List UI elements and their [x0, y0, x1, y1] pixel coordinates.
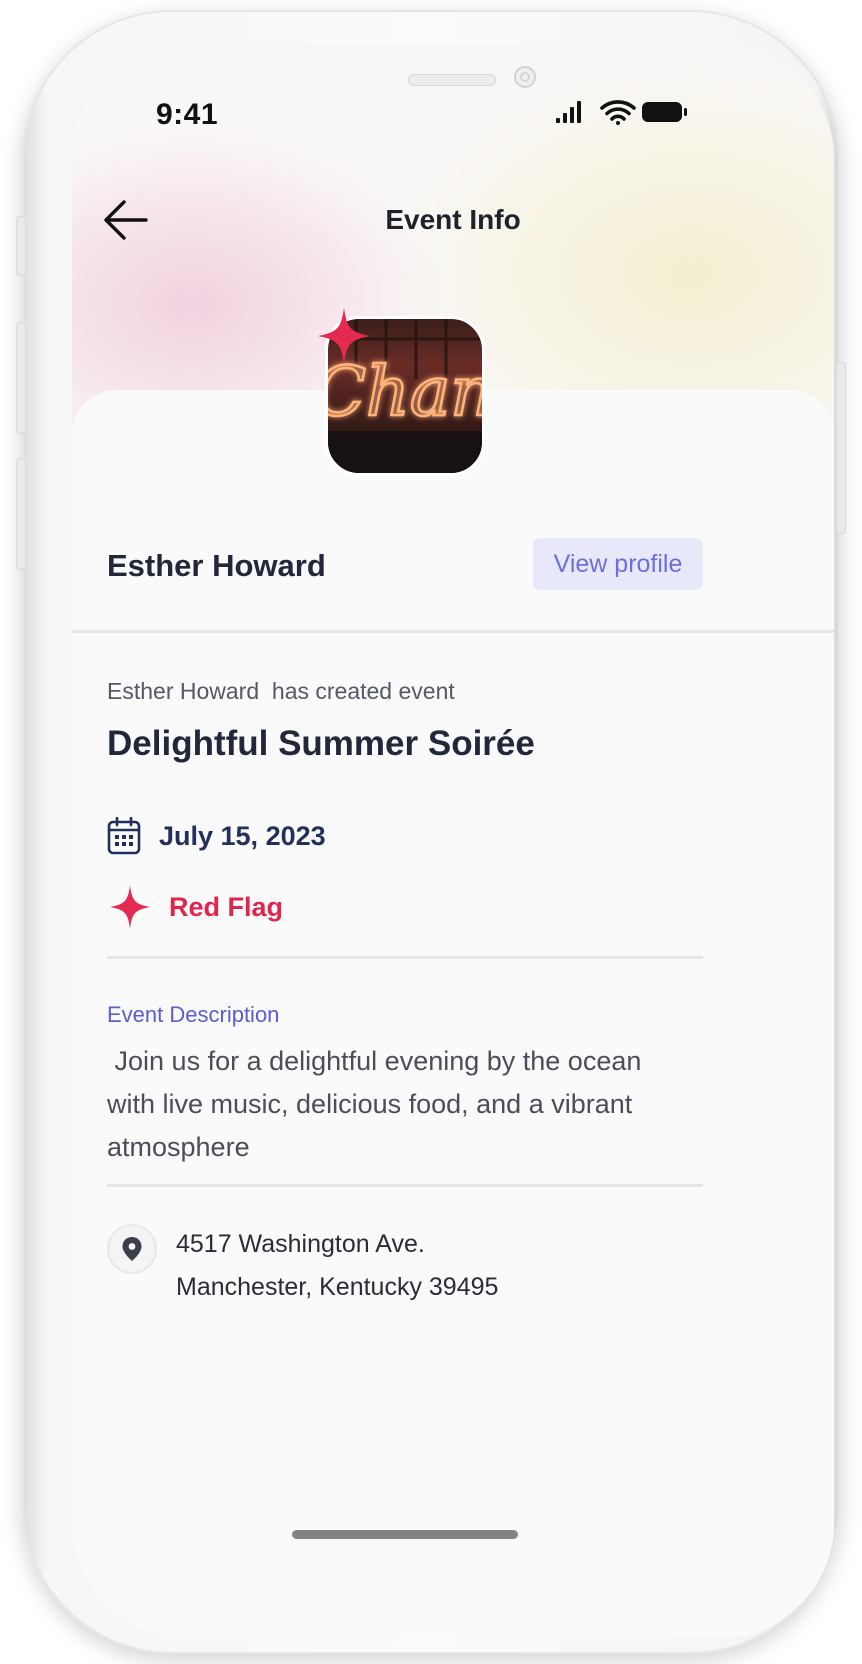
status-time: 9:41 — [156, 98, 219, 131]
calendar-icon — [107, 817, 141, 855]
event-title: Delightful Summer Soirée — [107, 724, 535, 763]
earpiece-speaker — [408, 74, 496, 86]
created-by-line: Esther Howard has created event — [107, 678, 455, 705]
phone-power-button — [836, 362, 846, 534]
divider — [107, 956, 703, 959]
divider — [107, 1184, 703, 1187]
sparkle-star-icon — [110, 885, 150, 929]
red-flag-row: Red Flag — [107, 884, 283, 930]
status-icons — [556, 100, 687, 125]
description-text: Join us for a delightful evening by the … — [107, 1046, 649, 1162]
phone-frame: 9:41 Event Info ha Esther Howard View pr… — [16, 10, 846, 1654]
page-title: Event Info — [385, 204, 521, 235]
view-profile-button[interactable]: View profile — [533, 538, 703, 590]
home-indicator[interactable] — [292, 1530, 518, 1539]
red-flag-label: Red Flag — [169, 891, 284, 922]
phone-volume-up-button — [16, 322, 26, 434]
red-flag-badge-icon — [318, 308, 370, 364]
creator-name: Esther Howard — [107, 678, 260, 704]
front-camera — [514, 66, 536, 88]
event-date-row: July 15, 2023 — [107, 816, 326, 856]
description-label: Event Description — [107, 1002, 280, 1027]
signal-icon — [556, 101, 581, 123]
phone-mute-switch — [16, 216, 26, 276]
address-line-1: 4517 Washington Ave. — [176, 1230, 425, 1258]
location-icon-wrap — [107, 1224, 157, 1274]
event-date: July 15, 2023 — [159, 820, 326, 851]
battery-icon — [642, 102, 687, 122]
map-pin-icon — [122, 1237, 142, 1261]
phone-volume-down-button — [16, 458, 26, 570]
host-name: Esther Howard — [107, 548, 326, 583]
created-text: has created event — [271, 678, 455, 704]
address-line-2: Manchester, Kentucky 39495 — [176, 1273, 499, 1301]
divider — [72, 630, 834, 633]
wifi-icon — [600, 100, 636, 125]
screen: 9:41 Event Info ha Esther Howard View pr… — [72, 44, 834, 1638]
